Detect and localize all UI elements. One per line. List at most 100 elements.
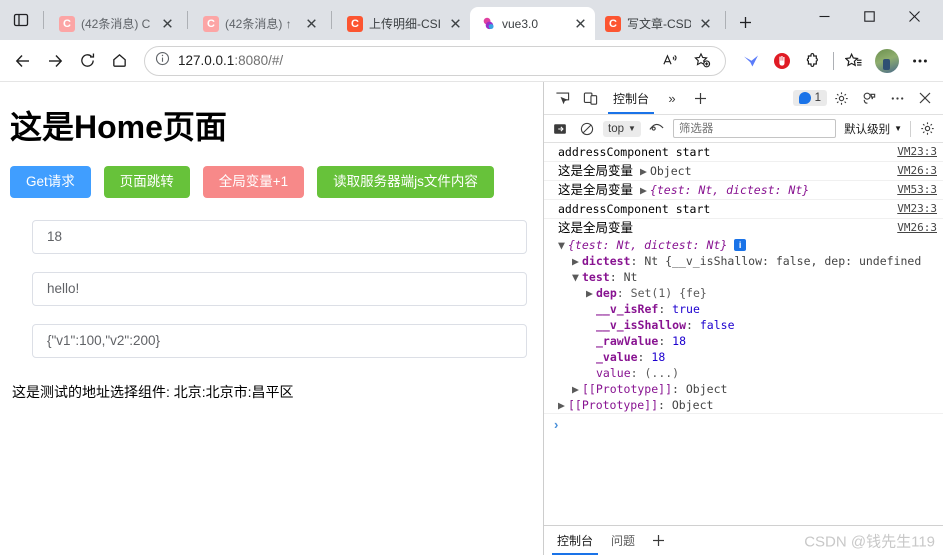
expand-arrow-icon[interactable]: ▶: [558, 397, 568, 413]
toolbar-divider: [833, 51, 834, 70]
gear-icon[interactable]: [827, 85, 855, 111]
tab-strip: C (42条消息) C C (42条消息) ↑ C 上传明细-CSI vue3.…: [0, 0, 943, 40]
address-component-text: 这是测试的地址选择组件: 北京:北京市:昌平区: [12, 383, 294, 400]
tree-row[interactable]: ▶ dictest: Nt {__v_isShallow: false, dep:…: [558, 253, 937, 269]
tree-row-text: Object: [671, 398, 714, 412]
add-panel-button[interactable]: [686, 85, 714, 111]
close-window-button[interactable]: [892, 0, 937, 32]
page-jump-button[interactable]: 页面跳转: [103, 166, 190, 198]
inspect-element-icon[interactable]: [548, 85, 576, 111]
forward-arrow-icon[interactable]: [40, 46, 70, 76]
console-log-source[interactable]: VM26:3: [897, 220, 937, 236]
expand-arrow-icon[interactable]: ▶: [572, 253, 582, 269]
tab-title: (42条消息) ↑: [225, 16, 292, 31]
clear-console-icon[interactable]: [549, 116, 571, 142]
object-tree[interactable]: ▼ {test: Nt, dictest: Nt} i ▶ dictest: Nt …: [544, 237, 943, 414]
no-entry-icon[interactable]: [576, 116, 598, 142]
csdn-icon: C: [203, 15, 219, 32]
avatar[interactable]: [875, 48, 899, 73]
browser-tab-1[interactable]: C (42条消息) C: [49, 7, 182, 40]
expand-arrow-icon[interactable]: ▶: [640, 182, 650, 198]
device-toolbar-icon[interactable]: [576, 85, 604, 111]
tree-row-text: 18: [672, 334, 687, 348]
tree-row[interactable]: ▶ [[Prototype]]: Object: [558, 397, 937, 413]
more-settings-icon[interactable]: [905, 46, 935, 76]
browser-tab-2[interactable]: C (42条消息) ↑: [193, 7, 326, 40]
home-icon[interactable]: [104, 46, 134, 76]
site-info-icon[interactable]: [155, 51, 170, 71]
tree-row[interactable]: ▼ test: Nt: [558, 269, 937, 285]
expand-arrow-icon[interactable]: ▶: [572, 381, 582, 397]
reload-icon[interactable]: [72, 46, 102, 76]
close-icon[interactable]: [447, 16, 463, 32]
tab-divider: [331, 11, 332, 29]
drawer-tab-console[interactable]: 控制台: [548, 526, 602, 555]
console-log-source[interactable]: VM53:3: [897, 182, 937, 198]
close-icon[interactable]: [572, 16, 588, 32]
get-request-button[interactable]: Get请求: [10, 166, 91, 198]
tree-row[interactable]: ▶ [[Prototype]]: Object: [558, 381, 937, 397]
age-input[interactable]: [32, 219, 527, 254]
extensions-icon[interactable]: [798, 46, 828, 76]
favorites-icon[interactable]: [839, 46, 869, 76]
issues-badge[interactable]: 1: [792, 90, 827, 106]
message-input[interactable]: [32, 271, 527, 306]
close-devtools-icon[interactable]: [911, 85, 939, 111]
browser-tab-4-active[interactable]: vue3.0: [470, 7, 595, 40]
close-icon[interactable]: [303, 16, 319, 32]
minimize-button[interactable]: [802, 0, 847, 32]
collapse-arrow-icon[interactable]: ▼: [558, 237, 568, 253]
console-output[interactable]: addressComponent start VM23:3 这是全局变量 ▶ Ob…: [544, 143, 943, 525]
prompt-caret-icon: ›: [554, 417, 559, 432]
close-icon[interactable]: [159, 16, 175, 32]
csdn-watermark: CSDN @钱先生119: [804, 533, 935, 550]
tab-divider: [43, 11, 44, 29]
adblock-icon[interactable]: [767, 46, 797, 76]
filterbar-divider: [910, 120, 911, 137]
tab-divider: [725, 11, 726, 29]
read-aloud-icon[interactable]: [655, 46, 685, 76]
devtools-more-icon[interactable]: [883, 85, 911, 111]
expand-arrow-icon[interactable]: ▶: [586, 285, 596, 301]
customize-devtools-icon[interactable]: [855, 85, 883, 111]
tree-row[interactable]: ▶ dep: Set(1) {fe}: [558, 285, 937, 301]
read-server-js-button[interactable]: 读取服务器端js文件内容: [317, 166, 494, 198]
collections-icon[interactable]: [736, 46, 766, 76]
console-log-row[interactable]: addressComponent start VM23:3: [544, 200, 943, 219]
drawer-add-tab-button[interactable]: [644, 528, 672, 554]
console-settings-gear-icon[interactable]: [916, 116, 938, 142]
browser-tab-5[interactable]: C 写文章-CSDN: [595, 7, 720, 40]
console-filter-input[interactable]: [672, 119, 837, 138]
devtools-tab-console[interactable]: 控制台: [604, 82, 658, 114]
star-plus-icon[interactable]: [687, 46, 717, 76]
back-arrow-icon[interactable]: [8, 46, 38, 76]
expand-arrow-icon[interactable]: ▶: [640, 163, 650, 179]
more-panels-icon[interactable]: »: [658, 85, 686, 111]
console-prompt[interactable]: ›: [544, 414, 943, 435]
browser-tab-3[interactable]: C 上传明细-CSI: [337, 7, 470, 40]
execution-context-select[interactable]: top ▼: [603, 120, 641, 137]
console-log-row[interactable]: 这是全局变量 ▶ Object VM26:3: [544, 162, 943, 181]
browser-toolbar: 127.0.0.1:8080/#/: [0, 40, 943, 82]
tree-row[interactable]: value: (...): [558, 365, 937, 381]
log-level-select[interactable]: 默认级别 ▼: [841, 119, 905, 139]
info-icon[interactable]: i: [734, 239, 747, 251]
maximize-button[interactable]: [847, 0, 892, 32]
live-expression-icon[interactable]: [646, 116, 668, 142]
tree-row[interactable]: ▼ {test: Nt, dictest: Nt} i: [558, 237, 937, 253]
drawer-tab-issues[interactable]: 问题: [602, 526, 644, 555]
console-log-row-expanded[interactable]: 这是全局变量 VM26:3: [544, 219, 943, 237]
address-bar[interactable]: 127.0.0.1:8080/#/: [144, 45, 726, 76]
collapse-arrow-icon[interactable]: ▼: [572, 269, 582, 285]
console-log-source[interactable]: VM26:3: [897, 163, 937, 179]
log-level-value: 默认级别: [844, 123, 891, 136]
json-input[interactable]: [32, 323, 527, 358]
tab-actions-icon[interactable]: [4, 3, 38, 37]
close-icon[interactable]: [697, 16, 713, 32]
console-log-source[interactable]: VM23:3: [897, 201, 937, 217]
console-log-source[interactable]: VM23:3: [897, 144, 937, 160]
new-tab-button[interactable]: [731, 8, 759, 36]
console-log-row[interactable]: addressComponent start VM23:3: [544, 143, 943, 162]
global-variable-increment-button[interactable]: 全局变量+1: [202, 166, 305, 198]
console-log-row[interactable]: 这是全局变量 ▶ {test: Nt, dictest: Nt} VM53:3: [544, 181, 943, 200]
